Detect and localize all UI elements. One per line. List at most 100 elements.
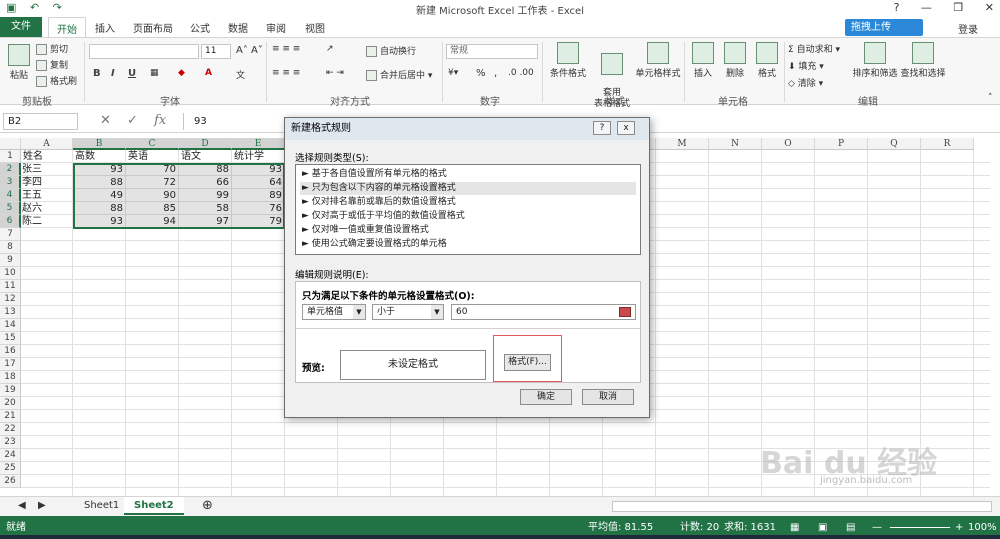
decimal-icon[interactable]: .0 .00 [508,68,534,78]
fill-button[interactable]: ⬇ 填充 ▾ [788,59,824,72]
header-cell[interactable]: 英语 [128,150,177,163]
row-header-4[interactable]: 4 [0,189,21,202]
column-header-e[interactable]: E [232,138,285,150]
name-box[interactable]: B2 [3,113,78,130]
format-button[interactable]: 格式(F)... [504,354,551,371]
name-cell[interactable]: 王五 [22,189,72,202]
border-icon[interactable]: ▦ [150,68,159,78]
paste-button[interactable]: 粘贴 [4,44,34,81]
row-header-3[interactable]: 3 [0,176,21,189]
help-icon[interactable]: ? [894,1,900,14]
column-header-q[interactable]: Q [868,138,921,150]
format-cells-button[interactable]: 格式 [752,42,782,79]
column-header-n[interactable]: N [709,138,762,150]
percent-button[interactable]: % [476,68,486,79]
header-cell[interactable]: 高数 [75,150,124,163]
column-header-r[interactable]: R [921,138,974,150]
rule-type-item[interactable]: ► 仅对排名靠前或靠后的数值设置格式 [300,196,636,209]
phonetic-icon[interactable]: 文 [236,68,245,81]
row-header-15[interactable]: 15 [0,332,21,345]
select-all-corner[interactable] [0,138,21,150]
enter-icon[interactable]: ✓ [127,113,138,128]
header-cell[interactable]: 姓名 [23,150,71,163]
insert-cells-button[interactable]: 插入 [688,42,718,79]
login-link[interactable]: 登录 [958,21,978,36]
sheet-tab-sheet1[interactable]: Sheet1 [74,497,129,515]
column-header-a[interactable]: A [21,138,73,150]
tab-page-layout[interactable]: 页面布局 [133,20,173,35]
row-header-19[interactable]: 19 [0,384,21,397]
row-header-2[interactable]: 2 [0,163,21,176]
align-top-icon[interactable]: ≡ ≡ ≡ [272,44,300,54]
conditional-format-button[interactable]: 条件格式 [546,42,590,79]
row-header-6[interactable]: 6 [0,215,21,228]
row-header-23[interactable]: 23 [0,436,21,449]
collapse-ribbon-icon[interactable]: ˄ [988,93,993,103]
sort-filter-button[interactable]: 排序和筛选 [852,42,898,79]
rule-type-item[interactable]: ► 使用公式确定要设置格式的单元格 [300,238,636,251]
merge-center-button[interactable]: 合并后居中 ▾ [366,68,432,81]
header-cell[interactable]: 语文 [181,150,230,163]
cancel-icon[interactable]: ✕ [100,113,111,128]
tab-data[interactable]: 数据 [228,20,248,35]
wrap-text-button[interactable]: 自动换行 [366,44,416,57]
tab-review[interactable]: 审阅 [266,20,286,35]
row-header-1[interactable]: 1 [0,150,21,163]
row-header-11[interactable]: 11 [0,280,21,293]
row-header-21[interactable]: 21 [0,410,21,423]
delete-cells-button[interactable]: 删除 [720,42,750,79]
name-cell[interactable]: 李四 [22,176,72,189]
dialog-close-button[interactable]: x [617,121,635,135]
row-header-5[interactable]: 5 [0,202,21,215]
name-cell[interactable]: 陈二 [22,215,72,228]
row-header-9[interactable]: 9 [0,254,21,267]
find-select-button[interactable]: 查找和选择 [900,42,946,79]
name-cell[interactable]: 张三 [22,163,72,176]
row-header-16[interactable]: 16 [0,345,21,358]
comma-button[interactable]: , [494,68,497,79]
row-header-14[interactable]: 14 [0,319,21,332]
cell-styles-button[interactable]: 单元格样式 [634,42,682,79]
horizontal-scrollbar[interactable] [612,501,992,512]
row-header-12[interactable]: 12 [0,293,21,306]
close-icon[interactable]: ✕ [985,1,994,14]
tab-formulas[interactable]: 公式 [190,20,210,35]
zoom-slider[interactable] [890,527,950,528]
orientation-icon[interactable]: ↗ [326,44,334,54]
condition-operator-select[interactable]: 小于 ▼ [372,304,444,320]
row-header-20[interactable]: 20 [0,397,21,410]
row-header-26[interactable]: 26 [0,475,21,488]
cancel-button[interactable]: 取消 [582,389,634,405]
minimize-icon[interactable]: — [921,1,932,14]
rule-type-item-selected[interactable]: ► 只为包含以下内容的单元格设置格式 [300,182,636,195]
column-header-p[interactable]: P [815,138,868,150]
bold-button[interactable]: B [93,68,101,79]
rule-type-item[interactable]: ► 仅对高于或低于平均值的数值设置格式 [300,210,636,223]
row-header-24[interactable]: 24 [0,449,21,462]
sheet-nav-next-icon[interactable]: ▶ [28,497,56,515]
column-header-d[interactable]: D [179,138,232,150]
fill-color-icon[interactable]: ◆ [178,68,185,78]
upload-button[interactable]: 拖拽上传 [845,19,923,36]
grow-font-icon[interactable]: A˄ A˅ [236,45,263,56]
rule-type-list[interactable]: ► 基于各自值设置所有单元格的格式 ► 只为包含以下内容的单元格设置格式 ► 仅… [295,164,641,255]
sheet-tab-sheet2[interactable]: Sheet2 [124,497,184,515]
column-header-c[interactable]: C [126,138,179,150]
number-format-combo[interactable]: 常规 [446,44,538,59]
underline-button[interactable]: U [128,68,136,79]
italic-button[interactable]: I [111,68,115,79]
column-header-o[interactable]: O [762,138,815,150]
header-cell[interactable]: 统计学 [234,150,283,163]
ok-button[interactable]: 确定 [520,389,572,405]
row-header-18[interactable]: 18 [0,371,21,384]
tab-view[interactable]: 视图 [305,20,325,35]
tab-insert[interactable]: 插入 [95,20,115,35]
copy-button[interactable]: 复制 [36,58,68,71]
add-sheet-icon[interactable]: ⊕ [192,497,223,515]
rule-type-item[interactable]: ► 仅对唯一值或重复值设置格式 [300,224,636,237]
column-header-m[interactable]: M [656,138,709,150]
row-header-13[interactable]: 13 [0,306,21,319]
condition-value-input[interactable]: 60 [451,304,636,320]
range-picker-icon[interactable] [619,307,631,317]
rule-type-item[interactable]: ► 基于各自值设置所有单元格的格式 [300,168,636,181]
